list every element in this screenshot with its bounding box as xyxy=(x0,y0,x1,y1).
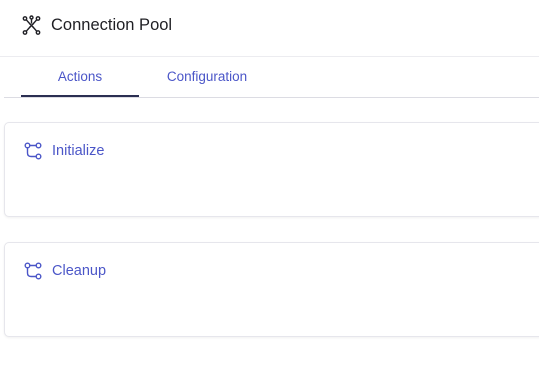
cleanup-action-button[interactable]: Cleanup xyxy=(5,243,205,299)
tab-bar: Actions Configuration xyxy=(4,57,539,98)
panel-header: Connection Pool xyxy=(0,0,539,57)
action-card-cleanup: Cleanup xyxy=(4,242,539,337)
action-label: Initialize xyxy=(52,143,105,159)
connection-pool-icon xyxy=(21,15,42,36)
initialize-action-button[interactable]: Initialize xyxy=(5,123,205,179)
tab-actions[interactable]: Actions xyxy=(21,57,139,97)
active-tab-indicator xyxy=(21,95,139,97)
workflow-icon xyxy=(24,142,42,160)
tab-configuration[interactable]: Configuration xyxy=(151,57,263,97)
action-card-initialize: Initialize xyxy=(4,122,539,217)
action-label: Cleanup xyxy=(52,263,107,279)
workflow-icon xyxy=(24,262,42,280)
page-title: Connection Pool xyxy=(51,16,173,34)
page: Connection Pool Actions Configuration In… xyxy=(0,0,539,388)
